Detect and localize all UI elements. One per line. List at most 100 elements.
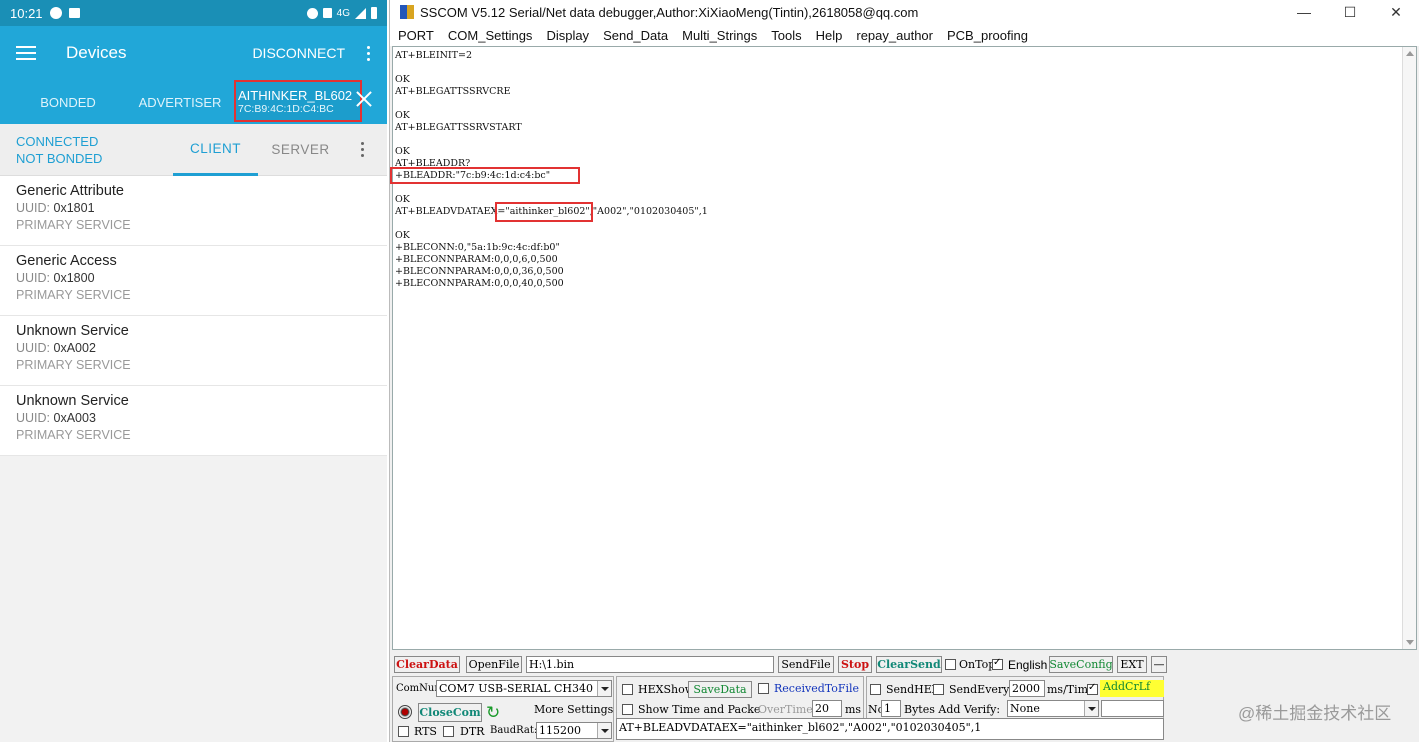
service-name: Generic Access xyxy=(16,253,117,269)
window-title: SSCOM V5.12 Serial/Net data debugger,Aut… xyxy=(420,4,919,20)
save-data-button[interactable]: SaveData xyxy=(688,681,752,698)
add-crlf-checkbox[interactable] xyxy=(1087,682,1098,695)
refresh-icon[interactable]: ↻ xyxy=(486,703,500,723)
tab-connected-device[interactable]: AITHINKER_BL602 7C:B9:4C:1D:C4:BC xyxy=(234,80,362,122)
battery-icon xyxy=(371,7,377,19)
more-settings-label[interactable]: More Settings xyxy=(534,703,613,716)
tab-bonded[interactable]: BONDED xyxy=(0,80,136,124)
menu-display[interactable]: Display xyxy=(546,28,589,43)
rts-checkbox[interactable] xyxy=(398,726,409,737)
dtr-label: DTR xyxy=(460,725,485,738)
verify-select[interactable]: None xyxy=(1007,700,1099,717)
menu-port[interactable]: PORT xyxy=(398,28,434,43)
menu-repay-author[interactable]: repay_author xyxy=(856,28,933,43)
file-path-input[interactable]: H:\1.bin xyxy=(526,656,774,673)
overflow-menu-icon[interactable] xyxy=(365,45,371,61)
rts-label: RTS xyxy=(414,725,437,738)
ms-tim-label: ms/Tim xyxy=(1047,683,1089,696)
close-com-button[interactable]: CloseCom xyxy=(418,703,482,722)
output-line: +BLECONNPARAM:0,0,0,36,0,500 xyxy=(395,266,564,277)
hex-show-checkbox[interactable] xyxy=(622,684,633,695)
vibrate-icon xyxy=(322,8,332,18)
service-type: PRIMARY SERVICE xyxy=(16,428,131,442)
send-every-input[interactable]: 2000 xyxy=(1009,680,1045,697)
list-item[interactable]: Unknown Service UUID: 0xA002 PRIMARY SER… xyxy=(0,316,387,386)
watermark: @稀土掘金技术社区 xyxy=(1238,704,1392,723)
on-top-checkbox[interactable] xyxy=(945,659,956,670)
open-file-button[interactable]: OpenFile xyxy=(466,656,522,673)
service-uuid: 0xA002 xyxy=(53,341,96,355)
dtr-checkbox[interactable] xyxy=(443,726,454,737)
show-time-label: Show Time and Packe xyxy=(638,703,761,716)
output-line: OK xyxy=(395,110,410,121)
send-hex-checkbox[interactable] xyxy=(870,684,881,695)
output-line: AT+BLEGATTSSRVCRE xyxy=(395,86,511,97)
nfc-icon xyxy=(306,7,318,19)
menu-bar: PORT COM_Settings Display Send_Data Mult… xyxy=(390,24,1419,46)
no-input[interactable]: 1 xyxy=(881,700,901,717)
minimize-button[interactable]: — xyxy=(1281,4,1327,20)
app-icon xyxy=(400,5,414,19)
device-name: AITHINKER_BL602 xyxy=(238,87,353,103)
uuid-label: UUID: xyxy=(16,341,51,355)
send-file-button[interactable]: SendFile xyxy=(778,656,834,673)
clock: 10:21 xyxy=(10,5,43,21)
service-type: PRIMARY SERVICE xyxy=(16,288,131,302)
uuid-label: UUID: xyxy=(16,411,51,425)
baud-label: BaudRat: xyxy=(490,725,538,736)
received-to-file-checkbox[interactable] xyxy=(758,683,769,694)
vertical-scrollbar[interactable] xyxy=(1402,47,1416,649)
menu-com-settings[interactable]: COM_Settings xyxy=(448,28,533,43)
save-config-button[interactable]: SaveConfig xyxy=(1049,656,1113,673)
ext-button[interactable]: EXT xyxy=(1117,656,1147,673)
com-port-select[interactable]: COM7 USB-SERIAL CH340 xyxy=(436,680,612,697)
close-icon[interactable] xyxy=(355,90,373,108)
hamburger-menu-icon[interactable] xyxy=(16,46,36,60)
menu-pcb-proofing[interactable]: PCB_proofing xyxy=(947,28,1028,43)
output-line: +BLECONNPARAM:0,0,0,6,0,500 xyxy=(395,254,558,265)
title-bar: SSCOM V5.12 Serial/Net data debugger,Aut… xyxy=(390,0,1419,24)
send-every-checkbox[interactable] xyxy=(933,684,944,695)
overtime-input[interactable]: 20 xyxy=(812,700,842,717)
android-nrf-connect-app: 10:21 4G Devices DISCONNECT BONDED ADVER… xyxy=(0,0,387,742)
collapse-button[interactable]: — xyxy=(1151,656,1167,673)
uuid-label: UUID: xyxy=(16,201,51,215)
overtime-label: OverTime: xyxy=(758,703,817,716)
receive-text-area[interactable]: AT+BLEINIT=2 OK AT+BLEGATTSSRVCRE OK AT+… xyxy=(390,46,1417,650)
output-line: OK xyxy=(395,146,410,157)
stop-button[interactable]: Stop xyxy=(838,656,872,673)
uuid-label: UUID: xyxy=(16,271,51,285)
verify-result-field xyxy=(1101,700,1164,717)
list-item[interactable]: Generic Attribute UUID: 0x1801 PRIMARY S… xyxy=(0,176,387,246)
tab-client[interactable]: CLIENT xyxy=(173,124,258,176)
client-overflow-menu-icon[interactable] xyxy=(359,142,365,157)
network-type: 4G xyxy=(336,7,350,19)
disconnect-button[interactable]: DISCONNECT xyxy=(252,45,345,61)
menu-help[interactable]: Help xyxy=(816,28,843,43)
english-checkbox[interactable] xyxy=(992,657,1003,670)
list-item[interactable]: Unknown Service UUID: 0xA003 PRIMARY SER… xyxy=(0,386,387,456)
service-type: PRIMARY SERVICE xyxy=(16,358,131,372)
close-button[interactable]: ✕ xyxy=(1373,4,1419,21)
clear-data-button[interactable]: ClearData xyxy=(394,656,460,673)
control-panel: ClearData OpenFile H:\1.bin SendFile Sto… xyxy=(390,654,1419,742)
send-text-input[interactable]: AT+BLEADVDATAEX="aithinker_bl602","A002"… xyxy=(616,718,1164,740)
list-item[interactable]: Generic Access UUID: 0x1800 PRIMARY SERV… xyxy=(0,246,387,316)
maximize-button[interactable]: ☐ xyxy=(1327,4,1373,21)
tab-advertiser[interactable]: ADVERTISER xyxy=(136,80,224,124)
send-every-label: SendEvery: xyxy=(949,683,1014,696)
clear-send-button[interactable]: ClearSend xyxy=(876,656,942,673)
tab-server[interactable]: SERVER xyxy=(258,124,343,176)
service-list: Generic Attribute UUID: 0x1801 PRIMARY S… xyxy=(0,176,387,456)
show-time-checkbox[interactable] xyxy=(622,704,633,715)
menu-send-data[interactable]: Send_Data xyxy=(603,28,668,43)
signal-icon xyxy=(355,7,366,19)
service-name: Generic Attribute xyxy=(16,183,124,199)
bond-label: NOT BONDED xyxy=(16,150,103,166)
ms-label: ms xyxy=(845,703,862,716)
english-label: English xyxy=(1008,658,1048,672)
menu-multi-strings[interactable]: Multi_Strings xyxy=(682,28,757,43)
menu-tools[interactable]: Tools xyxy=(771,28,801,43)
baud-rate-select[interactable]: 115200 xyxy=(536,722,612,739)
